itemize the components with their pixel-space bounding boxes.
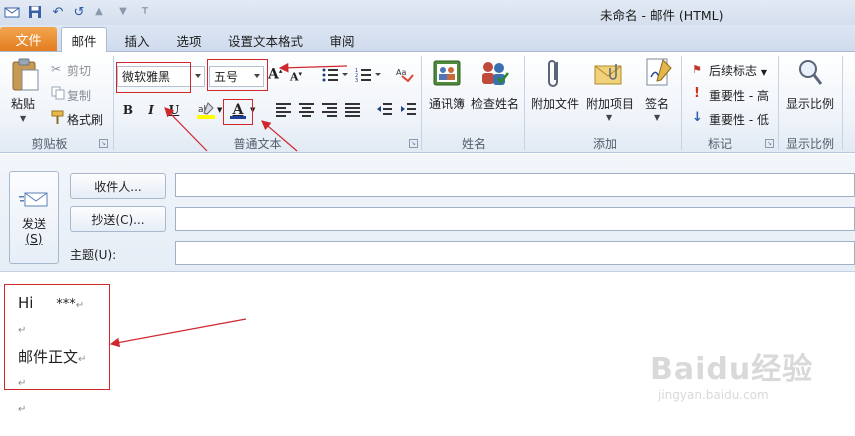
annotation-arrow bbox=[164, 107, 208, 152]
annotation-arrow bbox=[109, 318, 247, 348]
annotation-arrow bbox=[278, 62, 348, 73]
annotation-arrows bbox=[109, 62, 348, 348]
annotation-arrow bbox=[261, 120, 298, 152]
